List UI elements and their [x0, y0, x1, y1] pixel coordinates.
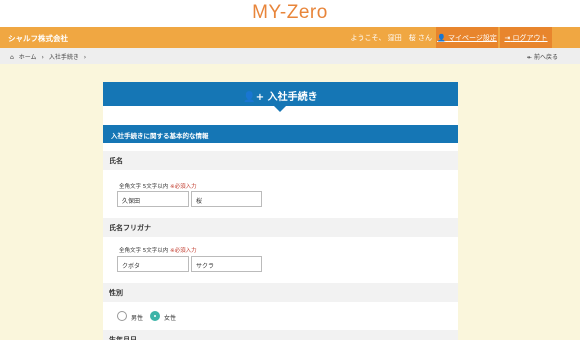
- breadcrumb-separator: ›: [83, 54, 87, 61]
- kana-hint-text: 全角文字 5文字以内: [119, 248, 169, 254]
- name-hint-text: 全角文字 5文字以内: [119, 184, 169, 190]
- header-pointer: [274, 106, 286, 112]
- company-name: シャルフ株式会社: [8, 34, 68, 43]
- top-header: MY-Zero: [0, 0, 580, 27]
- kana-label: 氏名フリガナ: [103, 218, 458, 237]
- back-icon: ↞: [527, 54, 533, 61]
- home-icon: ⌂: [10, 54, 14, 61]
- breadcrumb: ⌂ ホーム › 入社手続き › ↞ 前へ戻る: [0, 48, 580, 64]
- kana-hint: 全角文字 5文字以内 ※必須入力: [119, 246, 197, 254]
- gender-label: 性別: [103, 283, 458, 302]
- back-link[interactable]: ↞ 前へ戻る: [527, 52, 558, 61]
- section-title: 入社手続きに関する基本的な情報: [103, 125, 458, 143]
- name-required: ※必須入力: [170, 184, 197, 190]
- add-user-icon: 👤+: [243, 92, 265, 103]
- gender-male-label: 男性: [131, 315, 144, 322]
- first-name-input[interactable]: 桜: [191, 191, 262, 207]
- gender-female-label: 女性: [164, 315, 177, 322]
- mypage-label: マイページ設定: [448, 34, 497, 42]
- logout-icon: ⇥: [504, 34, 511, 42]
- mypage-settings-button[interactable]: 👤 マイページ設定: [436, 27, 498, 48]
- gender-female-radio[interactable]: [150, 311, 160, 321]
- back-label: 前へ戻る: [533, 54, 558, 61]
- card-header: 👤+ 入社手続き: [103, 82, 458, 112]
- birthdate-label: 生年月日: [103, 330, 458, 340]
- breadcrumb-separator: ›: [41, 54, 44, 61]
- logout-label: ログアウト: [512, 34, 548, 42]
- nav-bar: シャルフ株式会社 ようこそ、 窪田 桜 さん 👤 マイページ設定 ⇥ ログアウト: [0, 27, 580, 48]
- last-kana-input[interactable]: クボタ: [117, 256, 189, 272]
- logo: MY-Zero: [252, 2, 328, 23]
- last-name-input[interactable]: 久保田: [117, 191, 189, 207]
- breadcrumb-current: 入社手続き: [48, 54, 79, 61]
- breadcrumb-home[interactable]: ホーム: [19, 54, 37, 61]
- user-icon: 👤: [437, 34, 446, 42]
- kana-required: ※必須入力: [170, 248, 197, 254]
- first-kana-input[interactable]: サクラ: [191, 256, 262, 272]
- logout-button[interactable]: ⇥ ログアウト: [500, 27, 552, 48]
- card-title: 入社手続き: [267, 92, 318, 103]
- welcome-text: ようこそ、 窪田 桜 さん: [350, 34, 432, 42]
- name-label: 氏名: [103, 151, 458, 170]
- gender-male-radio[interactable]: [117, 311, 127, 321]
- name-hint: 全角文字 5文字以内 ※必須入力: [119, 182, 197, 190]
- form-card: 👤+ 入社手続き 入社手続きに関する基本的な情報 氏名 全角文字 5文字以内 ※…: [103, 82, 458, 340]
